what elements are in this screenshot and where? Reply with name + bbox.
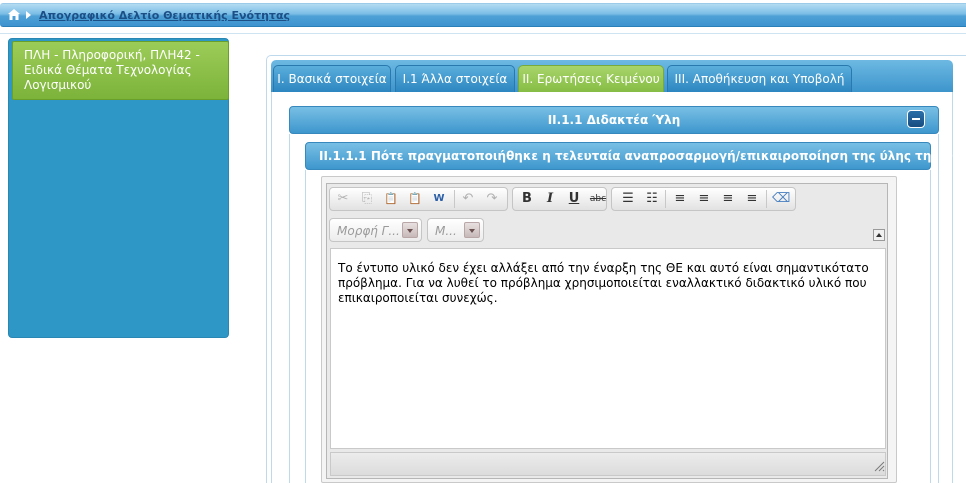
page-root: Απογραφικό Δελτίο Θεματικής Ενότητας ΠΛΗ…: [0, 0, 966, 483]
undo-icon[interactable]: ↶: [459, 191, 477, 207]
chevron-down-icon[interactable]: [464, 222, 480, 238]
collapse-toolbar-button[interactable]: [873, 229, 885, 241]
format-select-value: Μορφή Γ...: [337, 224, 400, 238]
underline-icon[interactable]: U: [565, 191, 583, 207]
tab-save-submit[interactable]: III. Αποθήκευση και Υποβολή: [667, 65, 852, 92]
italic-icon[interactable]: I: [541, 191, 559, 207]
align-center-icon[interactable]: ≡: [695, 191, 713, 207]
format-select[interactable]: Μορφή Γ...: [329, 218, 422, 242]
breadcrumb-link[interactable]: Απογραφικό Δελτίο Θεματικής Ενότητας: [39, 9, 290, 22]
font-select-value: Μ...: [435, 224, 457, 238]
bold-icon[interactable]: B: [518, 191, 536, 207]
breadcrumb-separator-icon: [26, 11, 31, 19]
section-header[interactable]: II.1.1 Διδακτέα Ύλη: [289, 106, 939, 134]
toolbar-separator: [665, 190, 666, 208]
tab-basic-info[interactable]: I. Βασικά στοιχεία: [273, 65, 391, 92]
numbered-list-icon[interactable]: ☷: [643, 191, 661, 207]
divider: [0, 33, 966, 34]
copy-icon[interactable]: ⎘: [358, 191, 376, 207]
paste-word-icon[interactable]: W: [430, 191, 448, 207]
home-icon[interactable]: [8, 9, 20, 20]
eraser-icon[interactable]: ⌫: [772, 191, 790, 207]
collapse-section-button[interactable]: [907, 110, 925, 128]
tab-text-questions[interactable]: II. Ερωτήσεις Κειμένου: [518, 65, 664, 92]
breadcrumb-bar: Απογραφικό Δελτίο Θεματικής Ενότητας: [0, 3, 966, 27]
font-select[interactable]: Μ...: [427, 218, 484, 242]
sidebar: ΠΛΗ - Πληροφορική, ΠΛΗ42 - Ειδικά Θέματα…: [8, 38, 229, 338]
chevron-down-icon[interactable]: [402, 222, 418, 238]
toolbar-separator: [766, 190, 767, 208]
question-header[interactable]: II.1.1.1 Πότε πραγματοποιήθηκε η τελευτα…: [305, 142, 966, 170]
strikethrough-icon[interactable]: abc: [589, 191, 607, 207]
editor-content-area[interactable]: Το έντυπο υλικό δεν έχει αλλάξει από την…: [330, 248, 886, 449]
redo-icon[interactable]: ↷: [483, 191, 501, 207]
cut-icon[interactable]: ✂: [334, 191, 352, 207]
align-left-icon[interactable]: ≡: [671, 191, 689, 207]
bullet-list-icon[interactable]: ☰: [619, 191, 637, 207]
paste-icon[interactable]: 📋: [382, 191, 400, 207]
paste-text-icon[interactable]: 📋: [406, 191, 424, 207]
toolbar-separator: [454, 190, 455, 208]
editor-status-bar: [330, 452, 886, 476]
resize-grip-icon[interactable]: [873, 460, 885, 472]
justify-icon[interactable]: ≡: [743, 191, 761, 207]
align-right-icon[interactable]: ≡: [719, 191, 737, 207]
sidebar-item-course[interactable]: ΠΛΗ - Πληροφορική, ΠΛΗ42 - Ειδικά Θέματα…: [12, 41, 229, 100]
tab-other-info[interactable]: I.1 Άλλα στοιχεία: [395, 65, 515, 92]
